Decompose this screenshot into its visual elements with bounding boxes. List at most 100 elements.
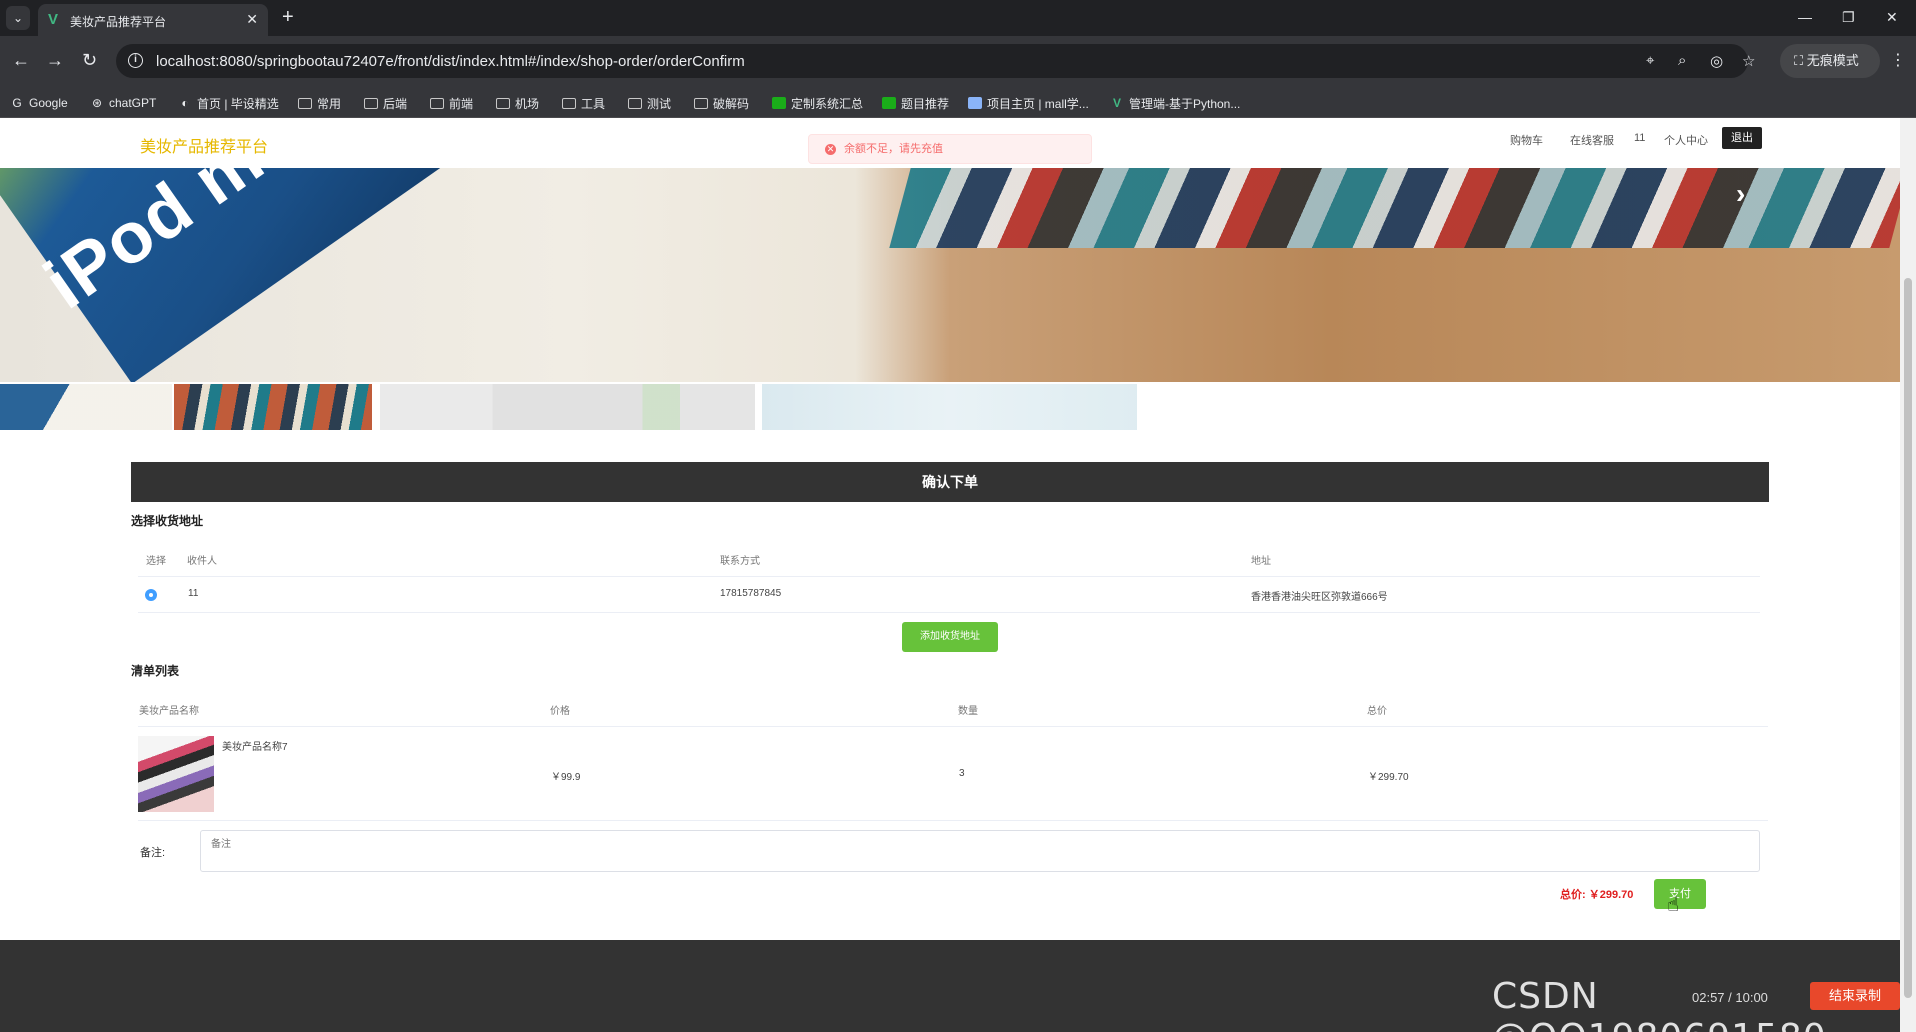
bookmark-folder-backend[interactable]: 后端 — [364, 94, 407, 112]
browser-menu-icon[interactable]: ⋮ — [1890, 50, 1906, 70]
bookmark-label: Google — [29, 96, 68, 110]
tab-close-icon[interactable]: ✕ — [246, 11, 258, 28]
bookmark-admin[interactable]: V 管理端-基于Python... — [1110, 94, 1240, 112]
nav-user-center[interactable]: 个人中心 — [1664, 132, 1708, 148]
location-icon[interactable]: ⌖ — [1646, 52, 1654, 69]
folder-icon — [430, 97, 444, 109]
minimize-icon[interactable]: — — [1798, 9, 1812, 25]
product-image[interactable] — [138, 736, 214, 812]
bookmark-label: 测试 — [647, 96, 672, 111]
page-icon — [968, 97, 982, 109]
bookmark-folder-test[interactable]: 测试 — [628, 94, 671, 112]
url-text[interactable]: localhost:8080/springbootau72407e/front/… — [156, 53, 745, 70]
error-circle-icon: ✕ — [825, 144, 836, 155]
tab-title: 美妆产品推荐平台 — [70, 15, 167, 29]
folder-icon — [298, 97, 312, 109]
back-icon[interactable]: ← — [12, 50, 30, 70]
nav-username[interactable]: 11 — [1634, 132, 1645, 144]
address-section-title: 选择收货地址 — [131, 514, 204, 528]
carousel-thumbnail[interactable] — [174, 384, 372, 430]
sheet-icon — [882, 97, 896, 109]
nav-cart[interactable]: 购物车 — [1510, 132, 1543, 148]
bookmark-label: 前端 — [449, 96, 474, 111]
chatgpt-icon: ⊛ — [91, 96, 103, 110]
carousel-thumbnail[interactable] — [0, 384, 172, 430]
new-tab-icon[interactable]: + — [282, 7, 294, 27]
reload-icon[interactable]: ↻ — [82, 50, 97, 70]
restore-icon[interactable]: ❐ — [1842, 9, 1855, 26]
address-col-address: 地址 — [1251, 556, 1271, 567]
bookmarks-bar: G Google ⊛ chatGPT ◐ 首页 | 毕设精选 常用 后端 前端 机场 … — [0, 86, 1916, 118]
incognito-icon: ⛶ — [1794, 53, 1807, 68]
window-close-icon[interactable]: ✕ — [1886, 9, 1898, 26]
vue-icon: V — [1112, 96, 1121, 110]
bookmark-project-home[interactable]: 项目主页 | mall学... — [968, 94, 1089, 112]
tracking-protection-icon[interactable]: ◎ — [1710, 52, 1723, 70]
divider — [138, 576, 1760, 577]
item-col-total: 总价 — [1367, 706, 1387, 717]
chevron-right-icon[interactable]: › — [1736, 178, 1745, 210]
add-address-button[interactable]: 添加收货地址 — [902, 622, 998, 652]
site-icon: ◐ — [181, 96, 189, 110]
banner-books — [889, 168, 1900, 248]
bookmark-label: 定制系统汇总 — [791, 96, 864, 111]
logout-button[interactable]: 退出 — [1722, 127, 1762, 149]
item-price: ￥99.9 — [551, 772, 581, 783]
address-detail: 香港香港油尖旺区弥敦道666号 — [1251, 592, 1388, 603]
pay-button[interactable]: 支付 — [1654, 879, 1706, 909]
carousel-thumbnail[interactable] — [762, 384, 1137, 430]
site-info-icon[interactable]: i — [128, 53, 143, 68]
bookmark-label: 项目主页 | mall学... — [987, 96, 1089, 111]
remark-input[interactable] — [200, 830, 1760, 872]
csdn-watermark: CSDN @QQ1980691580 — [1492, 976, 1826, 1032]
hand-pointer-icon: ☝ — [1667, 894, 1680, 916]
incognito-indicator[interactable]: ⛶ 无痕模式 — [1780, 44, 1880, 78]
item-col-name: 美妆产品名称 — [139, 706, 199, 717]
item-total: ￥299.70 — [1368, 772, 1409, 783]
divider — [138, 820, 1768, 821]
bookmark-topics[interactable]: 题目推荐 — [882, 94, 949, 112]
incognito-label: 无痕模式 — [1806, 53, 1859, 68]
bookmark-bishe[interactable]: ◐ 首页 | 毕设精选 — [178, 94, 279, 112]
bookmark-folder-crack[interactable]: 破解码 — [694, 94, 749, 112]
bookmark-folder-airport[interactable]: 机场 — [496, 94, 539, 112]
bookmark-label: chatGPT — [109, 96, 157, 110]
page-scrollbar[interactable] — [1900, 118, 1916, 1032]
zoom-icon[interactable]: ⌕ — [1678, 52, 1686, 69]
bookmark-custom-systems[interactable]: 定制系统汇总 — [772, 94, 863, 112]
bookmark-folder-tools[interactable]: 工具 — [562, 94, 605, 112]
order-confirm-title: 确认下单 — [131, 462, 1769, 502]
item-col-price: 价格 — [550, 706, 570, 717]
bookmark-folder-frontend[interactable]: 前端 — [430, 94, 473, 112]
site-logo[interactable]: 美妆产品推荐平台 — [140, 133, 268, 157]
google-icon: G — [12, 96, 22, 110]
vue-favicon-icon: V — [48, 11, 59, 28]
bookmark-label: 首页 | 毕设精选 — [197, 96, 279, 111]
address-recipient: 11 — [188, 588, 199, 599]
folder-icon — [694, 97, 708, 109]
bookmark-star-icon[interactable]: ☆ — [1742, 52, 1755, 70]
item-list-title: 清单列表 — [131, 664, 180, 678]
browser-toolbar: ← → ↻ i localhost:8080/springbootau72407… — [0, 36, 1916, 86]
carousel-thumbnail[interactable] — [380, 384, 755, 430]
bookmark-label: 管理端-基于Python... — [1129, 96, 1241, 111]
bookmark-google[interactable]: G Google — [10, 94, 68, 112]
bookmark-label: 工具 — [581, 96, 606, 111]
forward-icon[interactable]: → — [46, 50, 64, 70]
address-bar[interactable]: i localhost:8080/springbootau72407e/fron… — [116, 44, 1755, 78]
browser-tab[interactable]: V 美妆产品推荐平台 ✕ — [38, 4, 268, 36]
tab-search-dropdown-icon[interactable]: ⌄ — [6, 6, 30, 30]
address-radio[interactable] — [145, 589, 157, 601]
folder-icon — [496, 97, 510, 109]
error-alert: ✕ 余额不足，请先充值 — [808, 134, 1092, 164]
bookmark-label: 后端 — [383, 96, 408, 111]
item-col-quantity: 数量 — [958, 706, 978, 717]
divider — [138, 612, 1760, 613]
bookmark-chatgpt[interactable]: ⊛ chatGPT — [90, 94, 156, 112]
bookmark-label: 破解码 — [713, 96, 750, 111]
bookmark-folder-common[interactable]: 常用 — [298, 94, 341, 112]
scrollbar-thumb[interactable] — [1904, 278, 1912, 998]
bookmark-label: 题目推荐 — [901, 96, 950, 111]
sheet-icon — [772, 97, 786, 109]
nav-online-service[interactable]: 在线客服 — [1570, 132, 1614, 148]
